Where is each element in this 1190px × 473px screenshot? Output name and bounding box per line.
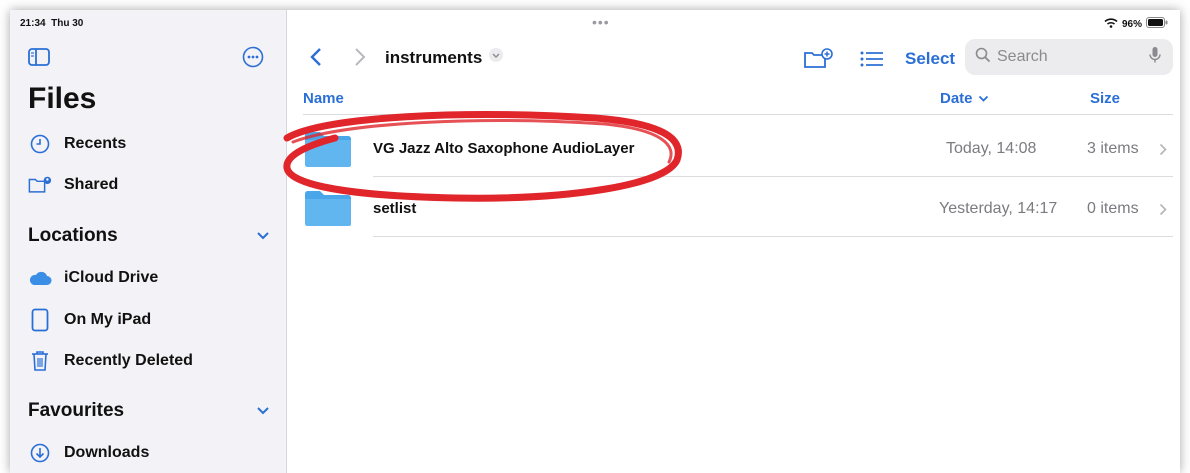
shared-folder-icon xyxy=(28,175,52,195)
select-button[interactable]: Select xyxy=(905,49,955,69)
ipad-icon xyxy=(28,308,52,332)
folder-icon xyxy=(303,188,353,233)
sidebar-item-label: On My iPad xyxy=(64,311,152,328)
battery-icon xyxy=(1146,17,1168,31)
chevron-down-icon xyxy=(978,90,989,107)
sidebar-item-label: iCloud Drive xyxy=(64,269,159,286)
chevron-down-icon xyxy=(256,228,270,244)
sidebar: 21:34 Thu 30 Files Recents Shared Locati… xyxy=(10,10,287,473)
row-date: Yesterday, 14:17 xyxy=(939,200,1058,217)
table-row[interactable]: setlist Yesterday, 14:17 0 items xyxy=(303,180,1173,236)
row-name: setlist xyxy=(373,200,417,217)
page-title: Files xyxy=(28,82,97,115)
search-icon xyxy=(975,47,991,68)
table-row[interactable]: VG Jazz Alto Saxophone AudioLayer Today,… xyxy=(303,120,1173,176)
header-divider xyxy=(303,114,1173,115)
back-chevron-icon[interactable] xyxy=(309,47,323,72)
folder-title: instruments xyxy=(385,47,483,67)
trash-icon xyxy=(28,350,52,372)
more-options-icon[interactable] xyxy=(242,46,264,73)
forward-chevron-icon[interactable] xyxy=(353,47,367,72)
sidebar-item-shared[interactable]: Shared xyxy=(28,170,118,200)
wifi-icon xyxy=(1104,17,1118,31)
sidebar-item-on-my-ipad[interactable]: On My iPad xyxy=(28,305,151,335)
sidebar-toggle-icon[interactable] xyxy=(28,48,50,71)
search-placeholder: Search xyxy=(997,48,1048,65)
sidebar-item-label: Downloads xyxy=(64,444,150,461)
row-size: 3 items xyxy=(1087,140,1139,157)
status-time: 21:34 Thu 30 xyxy=(20,18,84,29)
clock-icon xyxy=(28,134,52,154)
sidebar-item-recents[interactable]: Recents xyxy=(28,129,126,159)
row-size: 0 items xyxy=(1087,200,1139,217)
multitasking-handle[interactable]: ••• xyxy=(592,14,610,30)
sidebar-item-label: Recents xyxy=(64,135,127,152)
column-header-name[interactable]: Name xyxy=(303,90,344,107)
sidebar-item-icloud-drive[interactable]: iCloud Drive xyxy=(28,263,158,293)
ipad-files-window: 21:34 Thu 30 Files Recents Shared Locati… xyxy=(10,10,1180,473)
row-divider xyxy=(373,176,1173,177)
chevron-right-icon xyxy=(1159,203,1167,221)
cloud-icon xyxy=(28,270,52,286)
row-divider xyxy=(373,236,1173,237)
chevron-down-circle-icon xyxy=(488,47,504,68)
locations-section-header[interactable]: Locations xyxy=(28,225,270,247)
section-label: Locations xyxy=(28,225,118,246)
sidebar-item-label: Recently Deleted xyxy=(64,352,193,369)
section-label: Favourites xyxy=(28,400,125,421)
sidebar-item-recently-deleted[interactable]: Recently Deleted xyxy=(28,346,193,376)
search-field[interactable]: Search xyxy=(965,39,1173,75)
new-folder-icon[interactable] xyxy=(803,48,833,75)
column-header-size[interactable]: Size xyxy=(1090,90,1120,107)
list-view-icon[interactable] xyxy=(860,51,884,72)
status-bar-right: 96% xyxy=(1104,17,1168,31)
main-content: ••• 96% instruments Select Search Name D… xyxy=(287,10,1180,473)
column-header-label: Date xyxy=(940,90,973,107)
download-icon xyxy=(28,443,52,463)
row-name: VG Jazz Alto Saxophone AudioLayer xyxy=(373,140,635,157)
chevron-down-icon xyxy=(256,403,270,419)
folder-icon xyxy=(303,129,353,174)
microphone-icon[interactable] xyxy=(1149,46,1161,69)
row-date: Today, 14:08 xyxy=(946,140,1037,157)
sidebar-item-label: Shared xyxy=(64,176,119,193)
favourites-section-header[interactable]: Favourites xyxy=(28,400,270,422)
column-header-date[interactable]: Date xyxy=(940,90,989,107)
chevron-right-icon xyxy=(1159,143,1167,161)
battery-percent: 96% xyxy=(1121,18,1142,30)
folder-title-menu[interactable]: instruments xyxy=(385,47,504,68)
sidebar-item-downloads[interactable]: Downloads xyxy=(28,438,149,468)
